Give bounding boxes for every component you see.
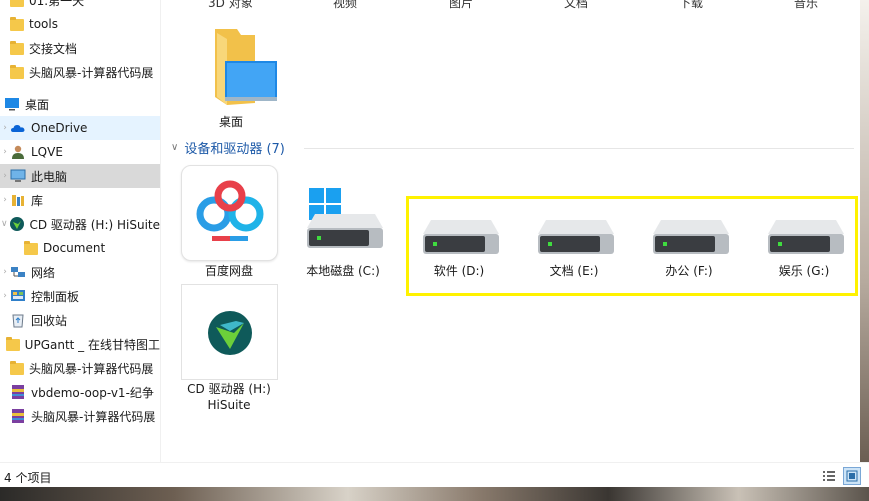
details-view-button[interactable] bbox=[820, 467, 838, 485]
archive-icon bbox=[10, 384, 26, 400]
drive-label-baidu: 百度网盘 bbox=[204, 264, 253, 278]
desktop-icon bbox=[4, 96, 20, 112]
large-icons-view-icon bbox=[846, 470, 858, 482]
network-icon bbox=[10, 264, 26, 280]
folder-label-3d-objects[interactable]: 3D 对象 bbox=[208, 0, 253, 11]
drive-label-cd-h-2: HiSuite bbox=[207, 398, 251, 412]
status-bar: 4 个项目 bbox=[0, 462, 869, 488]
highlight-box bbox=[406, 196, 858, 296]
drive-tile-c[interactable]: 本地磁盘 (C:) bbox=[293, 180, 393, 280]
section-devices-drives[interactable]: ∨ 设备和驱动器 (7) bbox=[171, 138, 285, 157]
folder-label-downloads[interactable]: 下载 bbox=[679, 0, 703, 11]
sidebar-item-user[interactable]: › LQVE bbox=[0, 140, 160, 164]
sidebar-item-onedrive[interactable]: › OneDrive bbox=[0, 116, 160, 140]
computer-icon bbox=[10, 168, 26, 184]
chevron-down-icon: ∨ bbox=[171, 142, 179, 153]
sidebar-item-brainstorm-zip[interactable]: 头脑风暴-计算器代码展 bbox=[0, 404, 160, 428]
drive-tile-cd-h[interactable]: CD 驱动器 (H:) HiSuite bbox=[181, 284, 278, 419]
item-count: 4 个项目 bbox=[4, 471, 52, 485]
navigation-pane: 01.第一天 tools 交接文档 头脑风暴-计算器代码展 桌面 › OneDr… bbox=[0, 0, 161, 462]
sidebar-item-this-pc[interactable]: › 此电脑 bbox=[0, 164, 160, 188]
control-panel-icon bbox=[10, 288, 26, 304]
sidebar-item-desktop[interactable]: 桌面 bbox=[0, 92, 160, 116]
hisuite-icon bbox=[181, 284, 278, 380]
windows-drive-icon bbox=[307, 188, 383, 248]
folder-label-pictures[interactable]: 图片 bbox=[449, 0, 473, 11]
library-icon bbox=[10, 192, 26, 208]
sidebar-item-brainstorm[interactable]: 头脑风暴-计算器代码展 bbox=[0, 60, 160, 84]
cloud-icon bbox=[10, 120, 26, 136]
folder-label-music[interactable]: 音乐 bbox=[794, 0, 818, 11]
desktop-folder-label: 桌面 bbox=[218, 115, 243, 129]
folder-icon bbox=[10, 65, 24, 79]
sidebar-item-vbdemo[interactable]: vbdemo-oop-v1-纪争 bbox=[0, 380, 160, 404]
sidebar-item-recycle-bin[interactable]: 回收站 bbox=[0, 308, 160, 332]
baidu-netdisk-icon bbox=[181, 165, 278, 261]
folder-icon bbox=[24, 241, 38, 255]
desktop-folder-icon bbox=[215, 29, 277, 105]
folder-icon bbox=[10, 361, 24, 375]
drive-tile-baidu[interactable]: 百度网盘 bbox=[181, 165, 278, 280]
content-pane: 3D 对象 视频 图片 文档 下载 音乐 桌面 ∨ 设备和驱动器 (7) 百度网… bbox=[161, 0, 869, 462]
folder-icon bbox=[10, 41, 24, 55]
drive-label-cd-h-1: CD 驱动器 (H:) bbox=[187, 382, 271, 396]
section-divider bbox=[304, 148, 854, 149]
sidebar-item-cd-drive[interactable]: ∨ CD 驱动器 (H:) HiSuite bbox=[0, 212, 160, 236]
hisuite-icon bbox=[9, 216, 25, 232]
user-icon bbox=[10, 144, 26, 160]
archive-icon bbox=[10, 408, 26, 424]
sidebar-item-network[interactable]: › 网络 bbox=[0, 260, 160, 284]
folder-label-documents[interactable]: 文档 bbox=[564, 0, 588, 11]
sidebar-item-library[interactable]: › 库 bbox=[0, 188, 160, 212]
sidebar-item-handover[interactable]: 交接文档 bbox=[0, 36, 160, 60]
desktop-folder-tile[interactable]: 桌面 bbox=[181, 20, 281, 130]
drive-label-c: 本地磁盘 (C:) bbox=[306, 264, 380, 278]
desktop-background-edge bbox=[860, 0, 869, 462]
sidebar-item-day1[interactable]: 01.第一天 bbox=[0, 0, 160, 12]
recycle-bin-icon bbox=[10, 312, 26, 328]
folder-icon bbox=[10, 0, 24, 7]
sidebar-item-tools[interactable]: tools bbox=[0, 12, 160, 36]
sidebar-item-upgantt[interactable]: UPGantt _ 在线甘特图工 bbox=[0, 332, 160, 356]
details-view-icon bbox=[823, 471, 835, 481]
folder-icon bbox=[10, 17, 24, 31]
sidebar-item-brainstorm-2[interactable]: 头脑风暴-计算器代码展 bbox=[0, 356, 160, 380]
desktop-background-strip bbox=[0, 487, 869, 501]
folder-icon bbox=[5, 337, 20, 351]
large-icons-view-button[interactable] bbox=[843, 467, 861, 485]
folder-label-videos[interactable]: 视频 bbox=[333, 0, 357, 11]
sidebar-item-control-panel[interactable]: › 控制面板 bbox=[0, 284, 160, 308]
sidebar-item-document[interactable]: Document bbox=[0, 236, 160, 260]
